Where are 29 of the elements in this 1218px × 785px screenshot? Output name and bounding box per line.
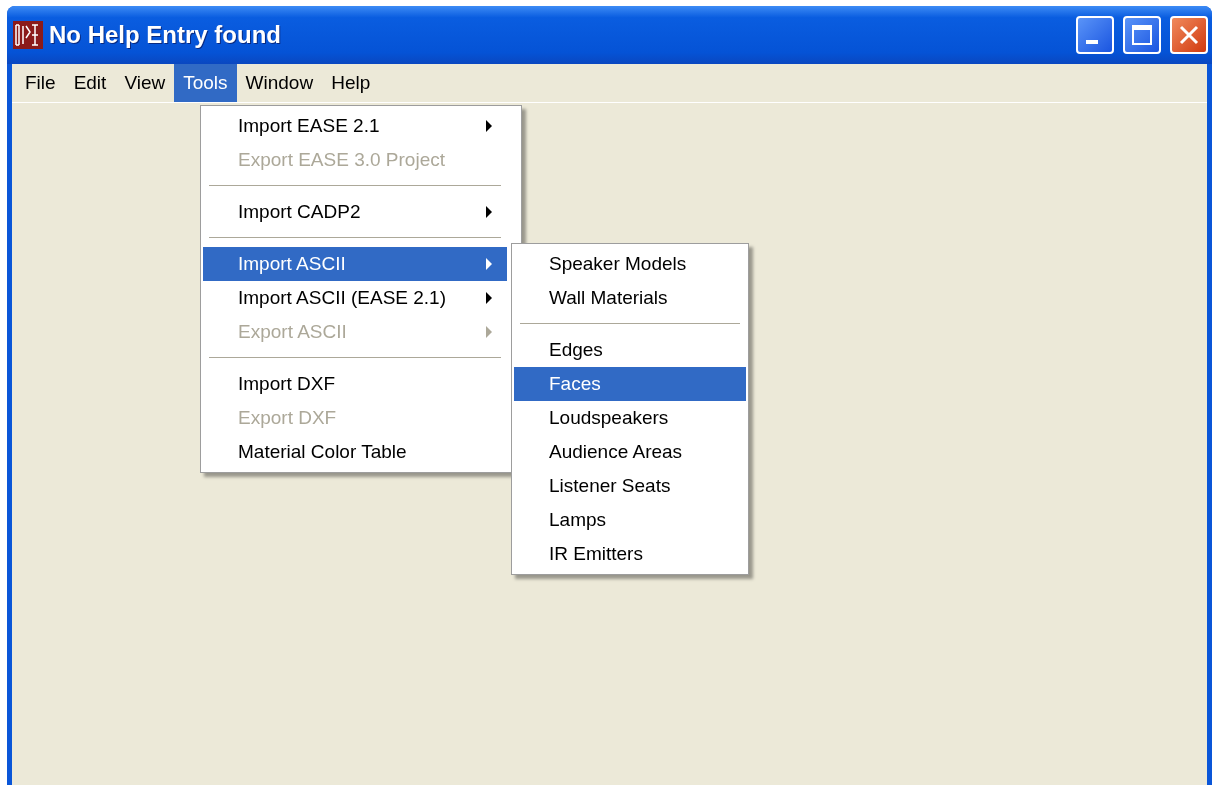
- menu-item[interactable]: Loudspeakers: [514, 401, 746, 435]
- menu-bar-item[interactable]: View: [115, 64, 175, 102]
- minimize-button[interactable]: [1076, 16, 1114, 54]
- menu-item[interactable]: Wall Materials: [514, 281, 746, 315]
- menu-item[interactable]: Import EASE 2.1: [203, 109, 507, 143]
- menu-item[interactable]: Import CADP2: [203, 195, 507, 229]
- menu-item[interactable]: Import ASCII (EASE 2.1): [203, 281, 507, 315]
- menu-item[interactable]: Lamps: [514, 503, 746, 537]
- menu-item[interactable]: Speaker Models: [514, 247, 746, 281]
- minimize-icon: [1086, 40, 1098, 44]
- app-logo-icon: [13, 21, 43, 49]
- menu-item[interactable]: Listener Seats: [514, 469, 746, 503]
- menu-item[interactable]: Import DXF: [203, 367, 507, 401]
- close-icon: [1178, 24, 1200, 46]
- menu-bar-item[interactable]: Tools: [174, 64, 237, 102]
- maximize-icon: [1131, 24, 1153, 46]
- menu-item[interactable]: Edges: [514, 333, 746, 367]
- maximize-button[interactable]: [1123, 16, 1161, 54]
- menu-item[interactable]: Faces: [514, 367, 746, 401]
- menu-item[interactable]: Material Color Table: [203, 435, 507, 469]
- menu-item[interactable]: Audience Areas: [514, 435, 746, 469]
- window-title: No Help Entry found: [49, 21, 282, 49]
- menu-bar-item[interactable]: Help: [322, 64, 380, 102]
- menu-item[interactable]: Import ASCII: [203, 247, 507, 281]
- menu-item[interactable]: IR Emitters: [514, 537, 746, 571]
- menu-bar-item[interactable]: Window: [236, 64, 323, 102]
- menu-bar-item[interactable]: Edit: [64, 64, 116, 102]
- close-button[interactable]: [1170, 16, 1208, 54]
- menu-bar-item[interactable]: File: [16, 64, 65, 102]
